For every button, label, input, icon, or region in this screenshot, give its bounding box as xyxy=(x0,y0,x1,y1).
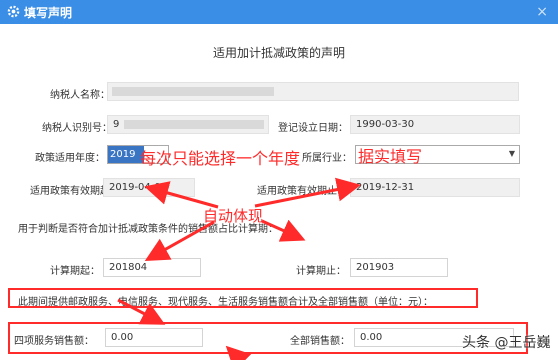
calc-end-field[interactable]: 201903 xyxy=(350,258,448,277)
gear-icon xyxy=(7,5,20,18)
calc-end-label: 计算期止： xyxy=(296,266,346,277)
effective-end-label: 适用政策有效期止： xyxy=(257,186,347,197)
taxpayer-id-label: 纳税人识别号： xyxy=(42,123,112,134)
redacted-name xyxy=(112,87,274,96)
four-services-field[interactable]: 0.00 xyxy=(105,328,203,347)
services-note: 此期间提供邮政服务、电信服务、现代服务、生活服务销售额合计及全部销售额（单位：元… xyxy=(18,297,433,308)
effective-start-field[interactable]: 2019-04-01 xyxy=(103,178,195,197)
close-icon[interactable]: × xyxy=(536,4,548,20)
watermark: 头条 @王岳巍 xyxy=(462,335,551,351)
taxpayer-name-field[interactable] xyxy=(107,82,519,101)
chevron-down-icon: ▼ xyxy=(508,149,515,158)
industry-label: 所属行业： xyxy=(302,153,352,164)
form-heading: 适用加计抵减政策的声明 xyxy=(212,46,345,60)
effective-end-field[interactable]: 2019-12-31 xyxy=(350,178,520,197)
calc-start-label: 计算期起： xyxy=(50,266,100,277)
four-services-label: 四项服务销售额： xyxy=(14,336,94,347)
annotation-fill-note: 据实填写 xyxy=(358,147,423,166)
taxpayer-name-label: 纳税人名称： xyxy=(50,90,110,101)
policy-year-label: 政策适用年度： xyxy=(35,153,105,164)
taxpayer-id-field[interactable]: 9 xyxy=(107,115,269,134)
dialog-title: 填写声明 xyxy=(24,6,73,20)
dialog-titlebar: 填写声明 × xyxy=(0,0,558,24)
total-sales-label: 全部销售额： xyxy=(290,336,350,347)
policy-year-value: 2019年 xyxy=(108,146,144,177)
annotation-auto-note: 自动体现 xyxy=(203,207,264,225)
annotation-year-note: 每次只能选择一个年度 xyxy=(140,149,301,168)
registration-date-field[interactable]: 1990-03-30 xyxy=(350,115,520,134)
calc-start-field[interactable]: 201804 xyxy=(103,258,201,277)
registration-date-label: 登记设立日期： xyxy=(278,123,348,134)
taxpayer-id-value: 9 xyxy=(113,119,120,130)
redacted-id xyxy=(124,120,264,129)
